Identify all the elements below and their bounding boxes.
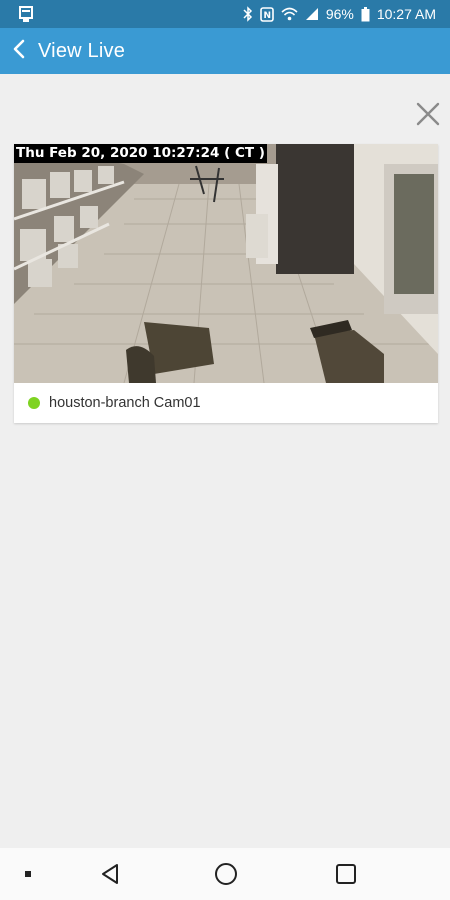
online-status-icon [28,397,40,409]
home-nav-button[interactable] [208,848,244,900]
system-nav-bar [0,848,450,900]
back-triangle-icon [102,864,118,884]
status-bar: N 96% 10:27 AM [0,0,450,28]
overview-square-icon [336,864,356,884]
camera-label-row: houston-branch Cam01 [14,383,438,423]
chevron-left-icon [10,38,30,65]
close-icon [416,102,440,126]
page-title: View Live [38,39,126,62]
back-button[interactable]: View Live [10,38,125,65]
live-video-feed[interactable]: Thu Feb 20, 2020 10:27:24 ( CT ) [14,144,438,383]
notification-icon [18,5,34,23]
camera-card[interactable]: Thu Feb 20, 2020 10:27:24 ( CT ) houston… [14,144,438,423]
clock: 10:27 AM [376,6,436,22]
camera-frame-image [14,144,438,383]
overview-nav-button[interactable] [328,848,364,900]
battery-level: 96% [325,6,354,22]
bluetooth-icon [243,6,253,22]
wifi-icon [281,7,298,21]
recent-dot-icon [25,871,31,877]
signal-icon [305,7,319,21]
nfc-icon: N [260,6,274,22]
back-nav-button[interactable] [92,848,128,900]
camera-name: houston-branch Cam01 [49,395,201,411]
recent-dot-button[interactable] [16,848,40,900]
camera-timestamp: Thu Feb 20, 2020 10:27:24 ( CT ) [14,144,267,163]
app-bar: View Live [0,28,450,74]
battery-icon [361,6,370,22]
close-button[interactable] [414,100,442,128]
home-circle-icon [215,863,237,885]
svg-text:N: N [263,11,271,21]
